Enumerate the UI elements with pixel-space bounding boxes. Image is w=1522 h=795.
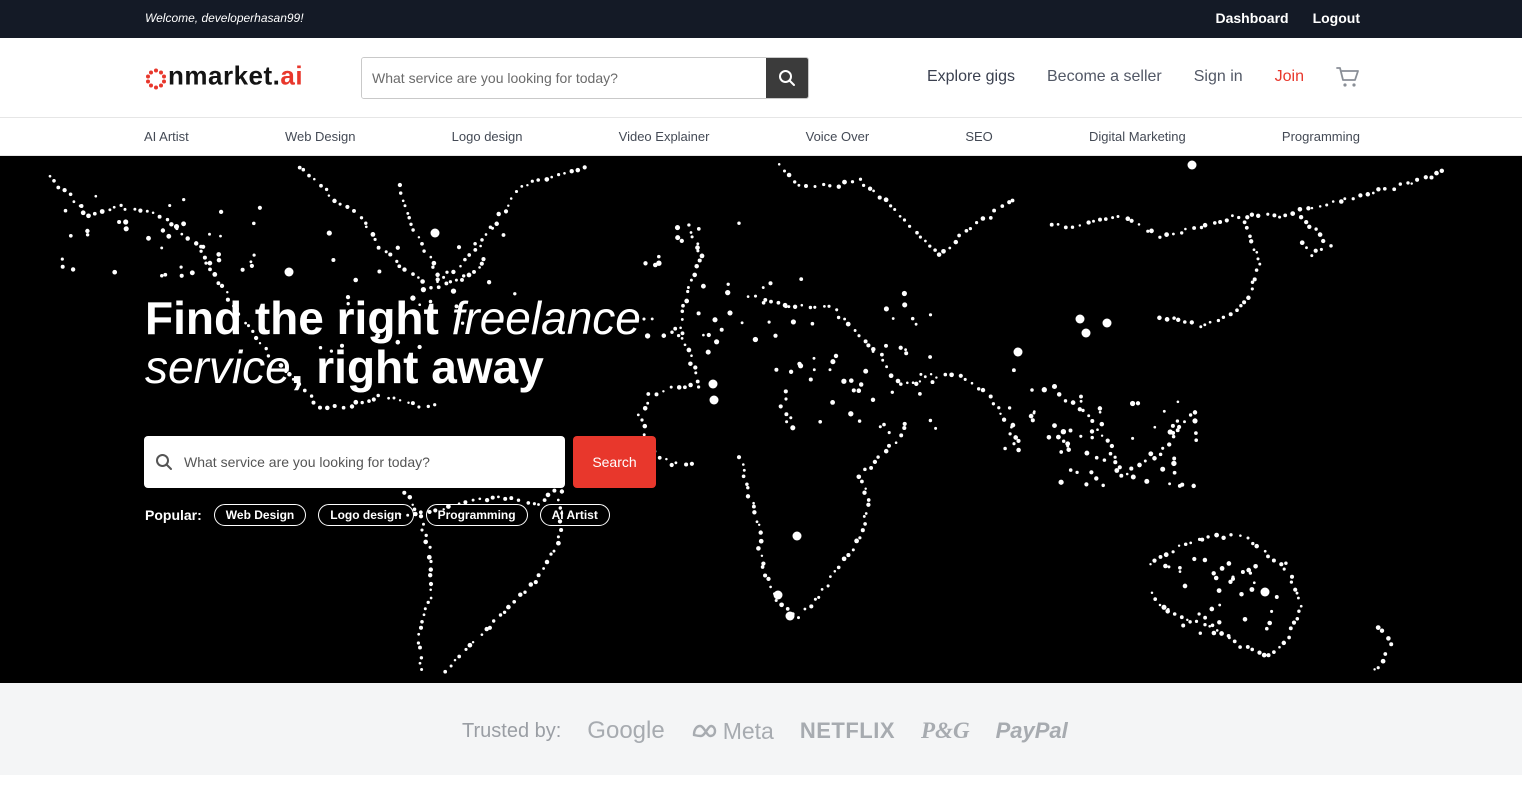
trusted-by-section: Trusted by: Google Meta NETFLIX P&G PayP… [0, 683, 1522, 775]
meta-logo: Meta [691, 718, 774, 745]
top-links: Dashboard Logout [1215, 10, 1360, 26]
paypal-logo: PayPal [995, 718, 1068, 743]
category-web-design[interactable]: Web Design [285, 129, 356, 144]
cart-icon[interactable] [1336, 66, 1360, 88]
category-ai-artist[interactable]: AI Artist [144, 129, 189, 144]
hero-title: Find the right freelance service, right a… [145, 292, 641, 393]
dashboard-link[interactable]: Dashboard [1215, 10, 1288, 26]
join-link[interactable]: Join [1275, 68, 1304, 86]
category-logo-design[interactable]: Logo design [452, 129, 523, 144]
become-seller-link[interactable]: Become a seller [1047, 68, 1162, 86]
header-search-button[interactable] [766, 58, 808, 98]
site-logo[interactable]: nmarket.ai [143, 61, 303, 92]
logo-text: nmarket.ai [168, 60, 304, 91]
world-map-dots [48, 160, 1445, 674]
google-logo: Google [587, 717, 665, 744]
header-search [361, 57, 809, 99]
main-header: nmarket.ai Explore gigs Become a seller … [0, 38, 1522, 118]
sign-in-link[interactable]: Sign in [1194, 68, 1243, 86]
meta-infinity-icon [692, 724, 716, 738]
category-voice-over[interactable]: Voice Over [806, 129, 870, 144]
pg-logo: P&G [921, 718, 970, 743]
netflix-logo: NETFLIX [799, 718, 895, 743]
category-bar: AI Artist Web Design Logo design Video E… [0, 118, 1522, 156]
hero-section: Find the right freelance service, right a… [0, 156, 1522, 683]
logout-link[interactable]: Logout [1313, 10, 1360, 26]
header-search-input[interactable] [362, 58, 766, 98]
hero-search-box [144, 436, 565, 488]
popular-chip-logo-design[interactable]: Logo design [318, 504, 414, 526]
explore-gigs-link[interactable]: Explore gigs [927, 68, 1015, 86]
popular-chip-programming[interactable]: Programming [425, 504, 528, 526]
category-digital-marketing[interactable]: Digital Marketing [1089, 129, 1186, 144]
category-programming[interactable]: Programming [1282, 129, 1360, 144]
search-icon [779, 70, 795, 86]
popular-tags: Popular: Web Design Logo design Programm… [145, 504, 610, 526]
category-video-explainer[interactable]: Video Explainer [619, 129, 710, 144]
popular-chip-ai-artist[interactable]: AI Artist [539, 504, 610, 526]
search-icon [156, 454, 172, 470]
popular-label: Popular: [145, 507, 202, 523]
logo-dots-icon [143, 61, 167, 91]
hero-search-input[interactable] [184, 454, 565, 470]
popular-chip-web-design[interactable]: Web Design [213, 504, 307, 526]
category-seo[interactable]: SEO [965, 129, 992, 144]
hero-search-button[interactable]: Search [573, 436, 656, 488]
trusted-label: Trusted by: [462, 719, 562, 742]
page-bottom [0, 775, 1522, 795]
header-nav: Explore gigs Become a seller Sign in Joi… [927, 66, 1360, 88]
top-bar: Welcome, developerhasan99! Dashboard Log… [0, 0, 1522, 38]
welcome-text: Welcome, developerhasan99! [145, 11, 304, 25]
